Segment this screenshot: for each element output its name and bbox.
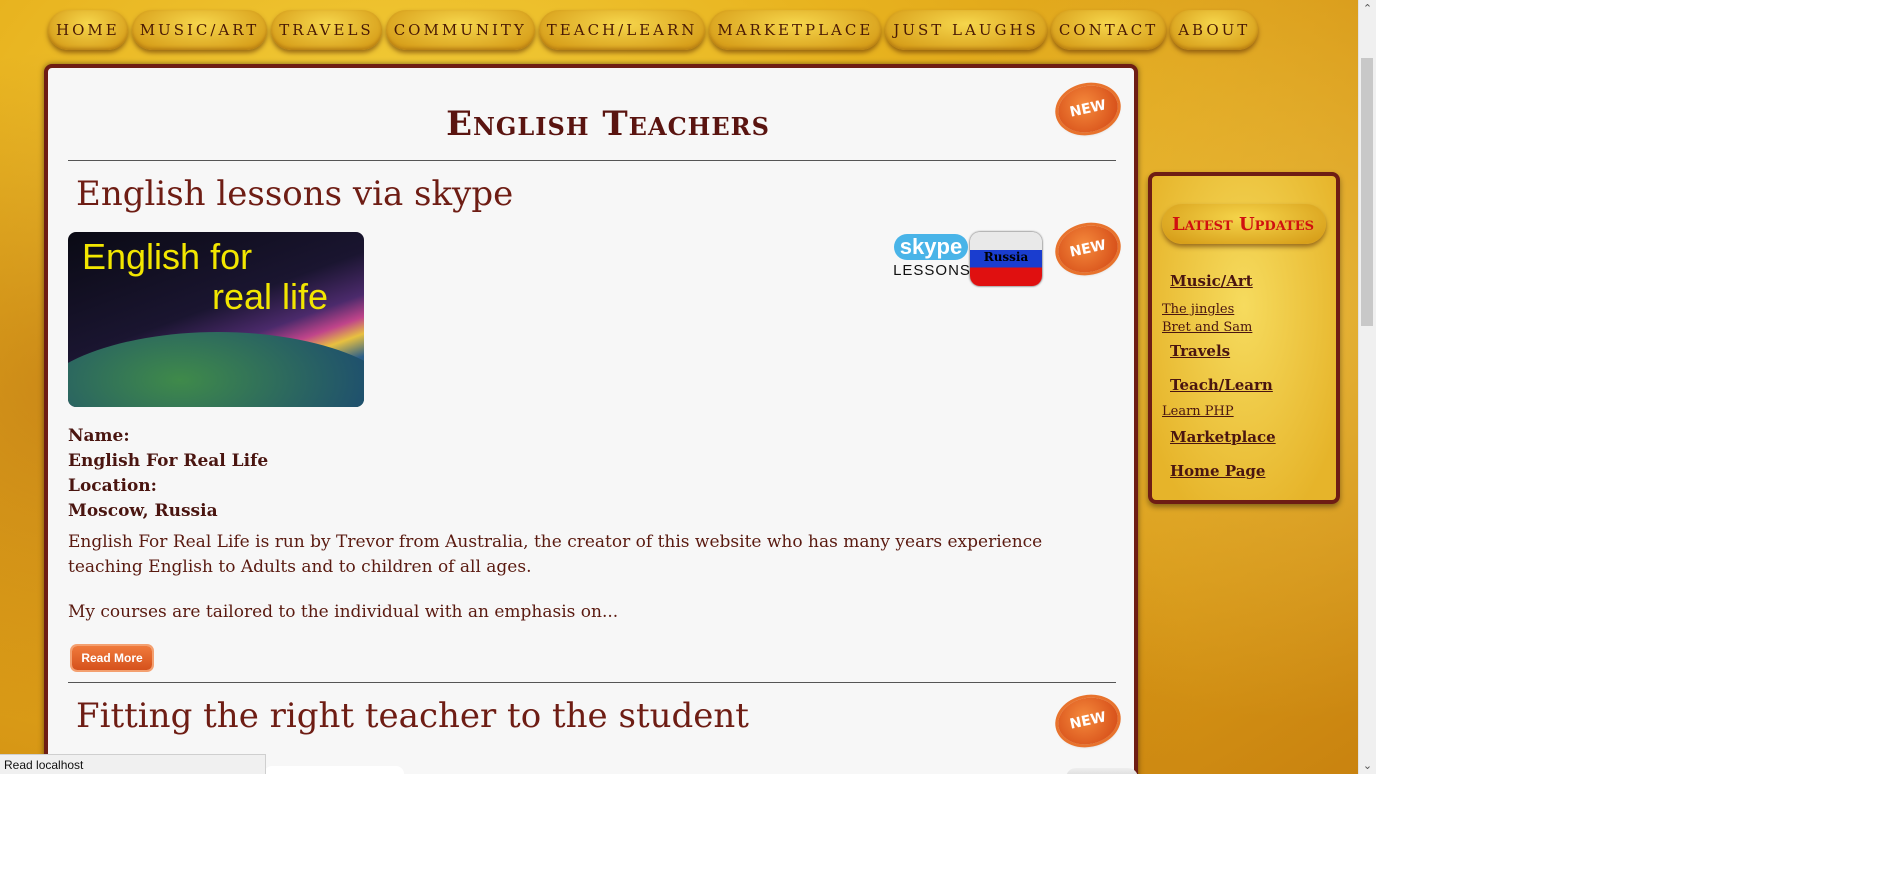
sidebar-link-travels[interactable]: Travels <box>1170 342 1230 360</box>
chevron-up-icon[interactable]: ⌃ <box>1359 2 1376 15</box>
name-value: English For Real Life <box>68 451 269 471</box>
name-label: Name: <box>68 426 130 446</box>
location-value: Moscow, Russia <box>68 501 218 521</box>
divider <box>68 682 1116 683</box>
nav-just-laughs[interactable]: JUST LAUGHS <box>885 10 1047 50</box>
flag-icon <box>1066 768 1138 774</box>
location-label: Location: <box>68 476 157 496</box>
article-title[interactable]: Fitting the right teacher to the student <box>76 696 749 736</box>
article-thumbnail[interactable]: English for real life <box>68 232 364 407</box>
nav-home[interactable]: HOME <box>48 10 128 50</box>
article-thumbnail[interactable] <box>264 766 404 774</box>
read-more-button[interactable]: Read More <box>72 646 152 670</box>
russia-flag-icon: Russia <box>970 232 1042 286</box>
nav-teach-learn[interactable]: TEACH/LEARN <box>538 10 706 50</box>
nav-contact[interactable]: CONTACT <box>1050 10 1167 50</box>
nav-music-art[interactable]: MUSIC/ART <box>131 10 268 50</box>
sidebar-link-music-art[interactable]: Music/Art <box>1170 272 1253 290</box>
new-badge: NEW <box>1053 80 1123 138</box>
article-excerpt: My courses are tailored to the individua… <box>68 602 619 622</box>
chevron-down-icon[interactable]: ⌄ <box>1359 759 1376 772</box>
sidebar-link-home-page[interactable]: Home Page <box>1170 462 1265 480</box>
thumbnail-text-line2: real life <box>212 276 329 317</box>
page-viewport: HOME MUSIC/ART TRAVELS COMMUNITY TEACH/L… <box>0 0 1358 774</box>
page-title: English Teachers <box>446 104 770 144</box>
vertical-scrollbar[interactable]: ⌃ ⌄ <box>1358 0 1376 774</box>
nav-travels[interactable]: TRAVELS <box>271 10 382 50</box>
browser-status-bar: Read localhost <box>0 754 266 774</box>
flag-label: Russia <box>983 250 1029 264</box>
skype-logo-sub: LESSONS <box>893 262 971 279</box>
sidebar-link-bret-and-sam[interactable]: Bret and Sam <box>1162 320 1252 335</box>
earth-graphic <box>68 332 364 407</box>
sidebar-link-marketplace[interactable]: Marketplace <box>1170 428 1276 446</box>
divider <box>68 160 1116 161</box>
new-badge: NEW <box>1053 692 1123 750</box>
sidebar-link-learn-php[interactable]: Learn PHP <box>1162 404 1234 419</box>
sidebar-heading: Latest Updates <box>1162 204 1326 244</box>
thumbnail-text-line1: English for <box>82 236 253 277</box>
nav-about[interactable]: ABOUT <box>1170 10 1259 50</box>
skype-lessons-logo: skype LESSONS <box>892 234 972 284</box>
nav-community[interactable]: COMMUNITY <box>385 10 535 50</box>
nav-marketplace[interactable]: MARKETPLACE <box>709 10 882 50</box>
article-title[interactable]: English lessons via skype <box>76 174 513 214</box>
sidebar-link-teach-learn[interactable]: Teach/Learn <box>1170 376 1273 394</box>
new-badge: NEW <box>1053 220 1123 278</box>
sidebar-link-the-jingles[interactable]: The jingles <box>1162 302 1234 317</box>
scrollbar-thumb[interactable] <box>1361 58 1373 326</box>
skype-logo-word: skype <box>894 234 968 260</box>
latest-updates-sidebar: Latest Updates Music/Art The jingles Bre… <box>1148 172 1340 504</box>
content-panel: NEW English Teachers English lessons via… <box>44 64 1138 774</box>
article-description: English For Real Life is run by Trevor f… <box>68 532 1043 577</box>
main-nav: HOME MUSIC/ART TRAVELS COMMUNITY TEACH/L… <box>48 10 1259 54</box>
